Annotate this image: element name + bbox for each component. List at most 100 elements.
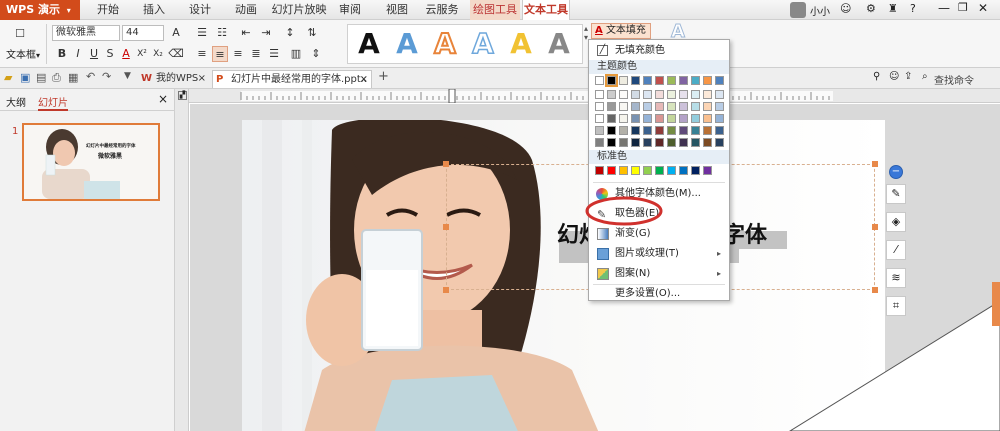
redo-icon[interactable]: ↷ (102, 70, 111, 83)
theme-color-swatch[interactable] (679, 114, 688, 123)
resize-handle[interactable] (443, 224, 449, 230)
theme-color-swatch[interactable] (679, 90, 688, 99)
edit-shape-icon[interactable]: ✎ (886, 184, 906, 204)
tab-review[interactable]: 审阅 (333, 0, 367, 20)
standard-color-swatch[interactable] (619, 166, 628, 175)
theme-color-swatch[interactable] (679, 76, 688, 85)
layers-icon[interactable]: ≋ (886, 268, 906, 288)
standard-color-swatch[interactable] (679, 166, 688, 175)
theme-color-swatch[interactable] (655, 138, 664, 147)
pattern-item[interactable]: 图案(N) ▸ (589, 264, 729, 284)
theme-color-swatch[interactable] (703, 114, 712, 123)
tab-slides[interactable]: 幻灯片 (38, 94, 68, 111)
theme-color-swatch[interactable] (691, 114, 700, 123)
clear-format-icon[interactable]: ⌫ (168, 46, 184, 62)
wordart-gallery[interactable]: A A A A A A (347, 24, 583, 64)
tab-cloud[interactable]: 云服务 (420, 0, 464, 20)
add-tab-button[interactable]: + (378, 69, 389, 84)
theme-color-swatch[interactable] (595, 90, 604, 99)
theme-color-swatch[interactable] (619, 90, 628, 99)
standard-color-swatch[interactable] (667, 166, 676, 175)
tab-text-tools[interactable]: 文本工具 (522, 0, 570, 21)
theme-color-swatch[interactable] (655, 90, 664, 99)
vertical-align-icon[interactable]: ⇕ (308, 46, 324, 62)
superscript-button[interactable]: X² (134, 46, 150, 62)
command-search-input[interactable]: 查找命令 (934, 72, 974, 87)
theme-color-swatch[interactable] (715, 102, 724, 111)
theme-color-swatch[interactable] (703, 102, 712, 111)
theme-color-swatch[interactable] (643, 90, 652, 99)
minimize-icon[interactable]: — (938, 1, 950, 15)
font-color-button[interactable]: A (118, 46, 134, 62)
wordart-style-blue-outline[interactable]: A (466, 26, 500, 61)
standard-color-swatch[interactable] (631, 166, 640, 175)
theme-color-swatch[interactable] (679, 138, 688, 147)
decrease-indent-icon[interactable]: ⇤ (238, 25, 254, 41)
theme-color-swatch[interactable] (631, 126, 640, 135)
user-icon[interactable]: ☺ (889, 71, 899, 82)
slide-thumbnail[interactable]: 幻灯片中最经常用的字体 微软雅黑 (22, 123, 160, 201)
font-name-select[interactable]: 微软雅黑 (52, 25, 120, 41)
scrollbar-thumb[interactable] (992, 282, 1000, 326)
theme-color-swatch[interactable] (703, 76, 712, 85)
theme-color-swatch[interactable] (595, 138, 604, 147)
line-style-icon[interactable]: ⁄ (886, 240, 906, 260)
align-center-icon[interactable]: ≡ (212, 46, 228, 62)
no-fill-item[interactable]: ╱ 无填充颜色 (589, 41, 729, 61)
theme-color-swatch[interactable] (619, 76, 628, 85)
theme-color-swatch[interactable] (691, 102, 700, 111)
theme-color-swatch[interactable] (715, 126, 724, 135)
theme-color-swatch[interactable] (715, 138, 724, 147)
justify-icon[interactable]: ≣ (248, 46, 264, 62)
theme-color-swatch[interactable] (619, 114, 628, 123)
textbox-icon[interactable]: ☐ (12, 26, 28, 42)
save-as-icon[interactable]: ▤ (36, 71, 46, 84)
theme-color-swatch[interactable] (607, 126, 616, 135)
print-icon[interactable]: ⎙ (52, 71, 61, 85)
theme-color-swatch[interactable] (607, 114, 616, 123)
theme-color-swatch[interactable] (631, 90, 640, 99)
align-left-icon[interactable]: ≡ (194, 46, 210, 62)
theme-color-swatch[interactable] (667, 76, 676, 85)
theme-color-swatch[interactable] (667, 90, 676, 99)
collapse-icon[interactable]: − (889, 165, 903, 179)
theme-color-swatch[interactable] (619, 102, 628, 111)
theme-color-swatch[interactable] (655, 114, 664, 123)
user-name[interactable]: 小小 (810, 3, 830, 18)
theme-color-swatch[interactable] (655, 76, 664, 85)
pin-icon[interactable]: ⚲ (873, 71, 880, 82)
increase-indent-icon[interactable]: ⇥ (258, 25, 274, 41)
vertical-ruler[interactable]: ▞ (175, 89, 189, 431)
theme-color-swatch[interactable] (703, 90, 712, 99)
close-panel-button[interactable]: × (158, 92, 168, 106)
grow-font-icon[interactable]: A (168, 25, 184, 41)
theme-color-swatch[interactable] (607, 90, 616, 99)
tab-view[interactable]: 视图 (380, 0, 414, 20)
fill-bucket-icon[interactable]: ◈ (886, 212, 906, 232)
tab-insert[interactable]: 插入 (134, 0, 174, 20)
tab-document[interactable]: P 幻灯片中最经常用的字体.pptx * × (212, 70, 372, 103)
avatar[interactable] (790, 2, 806, 18)
tab-outline[interactable]: 大纲 (6, 94, 26, 109)
bold-button[interactable]: B (54, 46, 70, 62)
theme-color-swatch[interactable] (631, 114, 640, 123)
tab-design[interactable]: 设计 (180, 0, 220, 20)
theme-color-swatch[interactable] (703, 138, 712, 147)
theme-color-swatch[interactable] (691, 126, 700, 135)
standard-color-swatch[interactable] (595, 166, 604, 175)
resize-handle[interactable] (443, 161, 449, 167)
theme-color-swatch[interactable] (655, 126, 664, 135)
textbox-button[interactable]: 文本框▾ (6, 46, 40, 61)
theme-color-swatch[interactable] (679, 126, 688, 135)
search-icon[interactable]: ⌕ (922, 71, 928, 82)
standard-color-swatch[interactable] (607, 166, 616, 175)
tab-slideshow[interactable]: 幻灯片放映 (270, 0, 328, 20)
theme-color-swatch[interactable] (655, 102, 664, 111)
standard-color-swatch[interactable] (655, 166, 664, 175)
theme-color-swatch[interactable] (631, 102, 640, 111)
columns-icon[interactable]: ▥ (288, 46, 304, 62)
close-icon[interactable]: × (198, 70, 206, 88)
wordart-style-gray[interactable]: A (542, 27, 576, 61)
italic-button[interactable]: I (70, 46, 86, 62)
resize-handle[interactable] (872, 161, 878, 167)
